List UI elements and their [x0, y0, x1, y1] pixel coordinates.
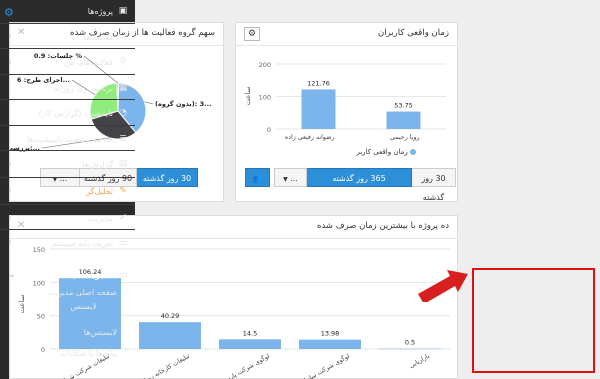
data-label: 14.5 — [243, 329, 257, 337]
sidebar-item-label: پروژه‌ها — [87, 7, 113, 16]
last-30-days-button[interactable]: 30 روز گذشته — [411, 168, 456, 202]
last-30-days-button[interactable]: 30 روز گذشته — [136, 168, 198, 187]
arrow-shape — [418, 270, 468, 302]
bar — [386, 111, 421, 129]
panel-title: ده پروژه با بیشترین زمان صرف شده — [317, 221, 449, 231]
legend-label: زمان واقعی کاربر — [356, 148, 408, 156]
y-tick-label: 100 — [259, 94, 271, 102]
sidebar-divider — [0, 125, 135, 126]
list-icon: ≣ — [119, 134, 127, 144]
chevron-down-icon: ▼ — [283, 176, 288, 183]
sidebar-divider — [0, 23, 135, 24]
chevron-right-icon: › — [8, 32, 12, 42]
chart-legend: زمان واقعی کاربر — [306, 148, 416, 158]
sidebar-item-label: فعالیت‌های من — [64, 58, 113, 67]
chevron-right-icon: › — [8, 186, 12, 196]
licenses-link[interactable]: لایسنس‌ها — [0, 328, 135, 337]
sidebar-divider — [0, 99, 135, 100]
pointer-arrow — [418, 270, 468, 302]
sidebar-item[interactable]: ⚌ تعریف پایه سیستم › — [0, 231, 135, 256]
sidebar-item-label: برنامه‌ریزی روزانه — [53, 84, 113, 93]
sidebar-item[interactable]: ▭ مدیریت لایسنس ⌄ — [0, 263, 135, 288]
sidebar-item-label: خلاصه وضعیت تایمشیت‌ها — [26, 135, 113, 144]
x-tick-label: لوگوی شرکت سامان — [299, 352, 351, 379]
data-label: 53.75 — [394, 102, 413, 110]
sidebar-item-label: مدیریت — [87, 214, 113, 223]
data-label: 40.29 — [161, 312, 180, 320]
x-tick-label: رضوانه رفیعی زاده — [285, 134, 335, 141]
legend-marker — [410, 149, 416, 155]
sidebar-item[interactable]: ⚲ فعالیت‌های من › — [0, 50, 135, 75]
briefcase-icon: ▣ — [118, 6, 128, 16]
sidebar-item[interactable]: ≣ خلاصه وضعیت تایمشیت‌ها — [0, 127, 135, 152]
users-icon: 👥 — [252, 174, 263, 183]
gear-icon: ⚙ — [247, 29, 257, 39]
sidebar-divider — [0, 177, 135, 178]
users-filter-button[interactable]: 👥 — [245, 168, 270, 187]
license-home-link-cont[interactable]: لایسنس — [0, 302, 135, 311]
more-range-button[interactable]: ... ▼ — [274, 168, 307, 187]
x-tick-label: تبلیغات کارخانه رویال — [139, 353, 191, 379]
document-icon: ▤ — [118, 159, 128, 169]
license-home-link[interactable]: صفحه اصلی مدیریت — [0, 288, 135, 297]
data-label: 0.5 — [405, 339, 415, 347]
sidebar-item-label: تعریف پایه سیستم — [51, 239, 113, 248]
license-highlight-frame — [472, 268, 595, 373]
last-365-days-button[interactable]: 365 روز گذشته — [306, 168, 412, 187]
sidebar-divider — [0, 74, 135, 75]
sidebar-item-label: فعالیت‌ها — [83, 33, 113, 42]
bar — [301, 89, 336, 129]
bar — [139, 322, 201, 349]
sidebar-item-label: تحلیل‌گر — [86, 187, 113, 196]
more-label: ... — [290, 174, 298, 183]
sidebar-item-label: گزارش‌ها — [82, 160, 113, 169]
messages-complaints-link[interactable]: پیام ها یا شکایات — [0, 349, 135, 358]
chevron-right-icon: › — [8, 57, 12, 67]
bar — [299, 339, 361, 349]
sidebar-item[interactable]: ✎ تحلیل‌گر › — [0, 179, 135, 204]
pin-icon: ⚲ — [119, 57, 127, 67]
bar — [219, 339, 281, 349]
sidebar-divider — [0, 229, 135, 230]
panel-settings-button[interactable]: ⚙ — [244, 27, 260, 41]
sidebar-item-label: مدیریت لایسنس — [49, 271, 114, 280]
sidebar-item[interactable]: ✔ مدیریت › — [0, 206, 135, 231]
chevron-right-icon: › — [8, 213, 12, 223]
chevron-right-icon: › — [8, 238, 12, 248]
sidebar-divider — [0, 150, 135, 151]
sidebar-item[interactable]: ▤ گزارش‌ها › — [0, 152, 135, 177]
clock-icon: ◔ — [119, 108, 127, 118]
pie-connector — [144, 101, 154, 105]
panel-title: زمان واقعی کاربران — [377, 28, 449, 38]
chevron-right-icon: › — [8, 159, 12, 169]
sidebar-item[interactable]: ◔ تایمشیت (گزارش کار) — [0, 101, 135, 126]
pencil-icon: ✎ — [119, 186, 127, 196]
sliders-icon: ⚌ — [118, 238, 128, 248]
y-tick-label: 0 — [267, 126, 271, 134]
check-square-icon: ☑ — [118, 32, 128, 42]
x-tick-label: لوگوی شرکت پارسیان — [216, 352, 271, 379]
data-label: 13.98 — [321, 330, 340, 338]
sidebar-item-label: تایمشیت (گزارش کار) — [38, 109, 113, 118]
x-tick-label: رویا رحیمی — [390, 134, 419, 141]
panel-header: زمان واقعی کاربران ⚙ — [236, 23, 457, 46]
check-icon: ✔ — [119, 213, 127, 223]
sidebar-divider — [0, 204, 135, 205]
bar — [379, 348, 441, 350]
users-time-panel: زمان واقعی کاربران ⚙ 0 100 200 121.76 رضوانه… — [235, 22, 458, 202]
sidebar-divider — [0, 48, 135, 49]
sidebar-item[interactable]: ▣ پروژه‌ها — [0, 0, 135, 24]
x-tick-label: بازاریابی — [408, 353, 431, 370]
license-icon: ▭ — [118, 270, 128, 280]
sidebar-item[interactable]: ☑ فعالیت‌ها › — [0, 25, 135, 50]
y-tick-label: 200 — [259, 61, 271, 69]
y-tick-label: 50 — [37, 313, 45, 321]
calendar-icon: ▦ — [118, 83, 128, 93]
chevron-down-icon: ⌄ — [8, 270, 16, 280]
data-label: 121.76 — [307, 79, 330, 87]
y-axis-label: ساعت — [244, 86, 252, 105]
sidebar-item[interactable]: ▦ برنامه‌ریزی روزانه — [0, 76, 135, 101]
pie-label: (بدون گروه): 3... — [155, 100, 212, 108]
